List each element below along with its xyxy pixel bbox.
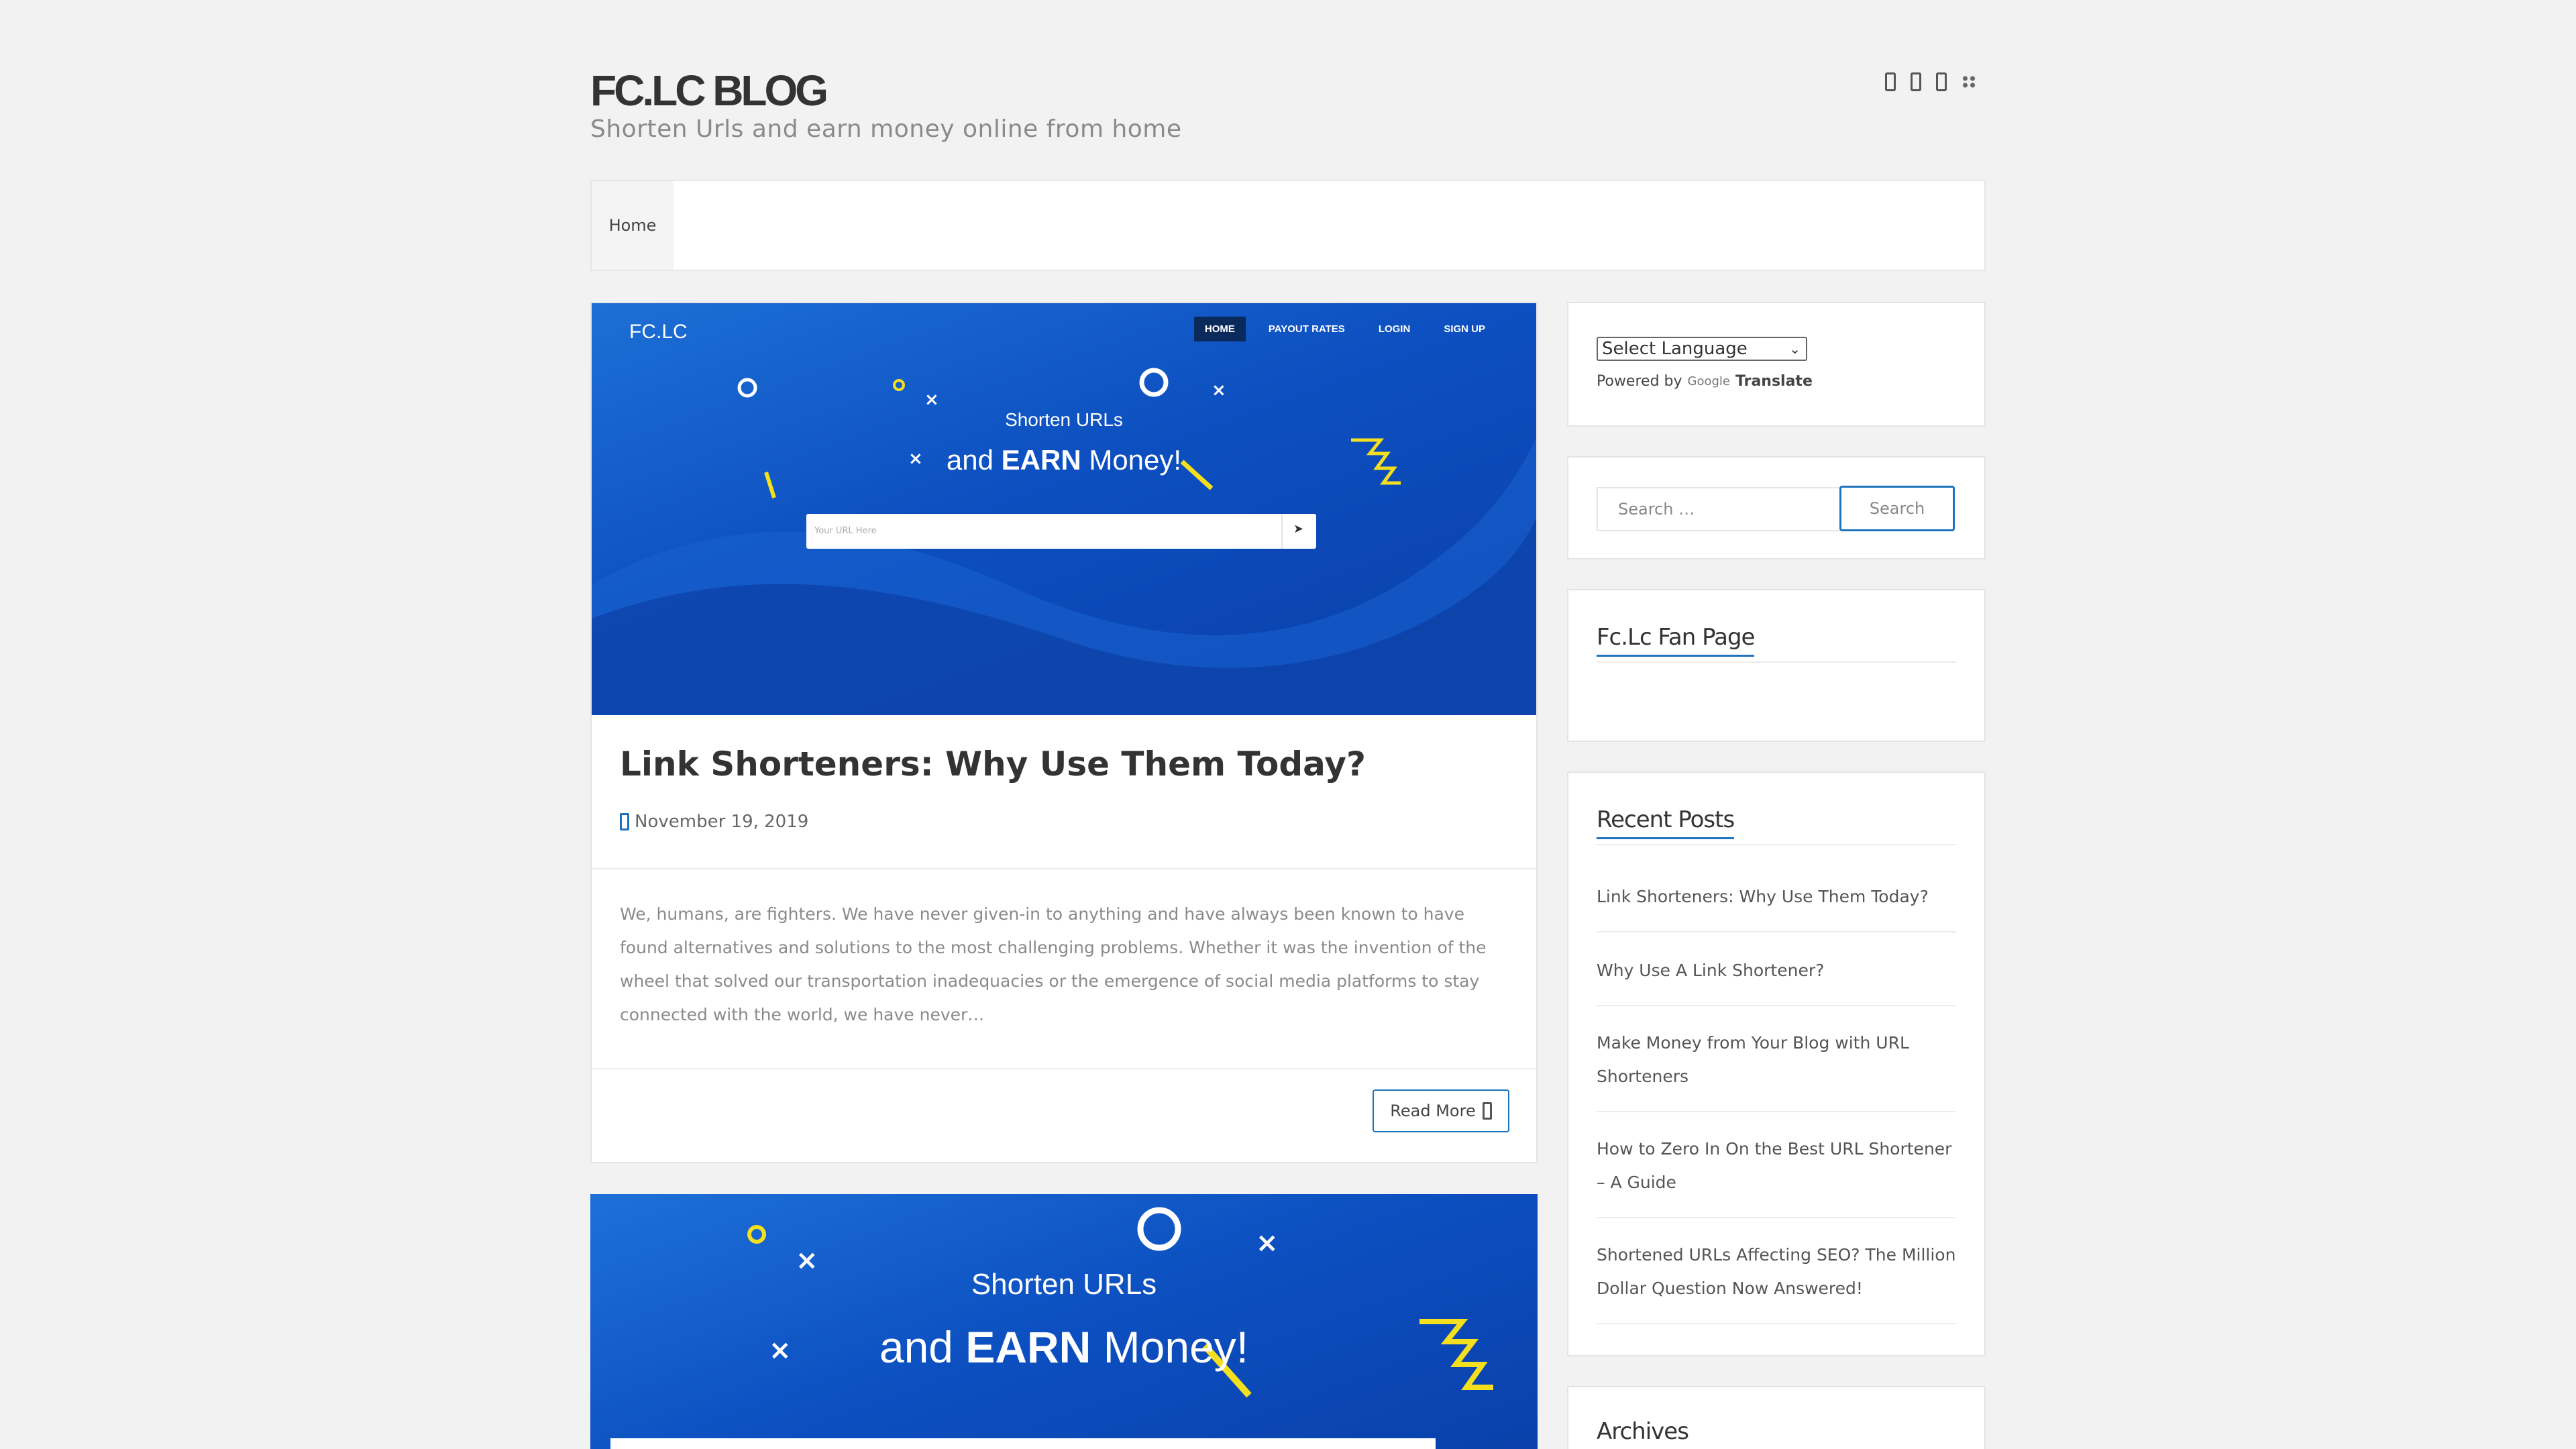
post-title[interactable]: Link Shorteners: Why Use Them Today? <box>620 745 1366 784</box>
archives-widget: Archives <box>1567 1386 1986 1449</box>
banner-nav-home: HOME <box>1193 317 1246 341</box>
send-icon <box>1281 514 1316 549</box>
post-card-2: × × × Shorten URLs and EARN Money! <box>590 1194 1538 1449</box>
widget-title-underline <box>1597 844 1956 845</box>
powered-by-label: Powered by <box>1597 373 1682 390</box>
banner2-headline-2-pre: and <box>879 1322 966 1372</box>
post-excerpt: We, humans, are fighters. We have never … <box>620 904 1487 1024</box>
banner-headline-2-post: Money! <box>1081 444 1182 476</box>
banner-headline-1: Shorten URLs <box>1005 409 1123 430</box>
chevron-down-icon: ⌄ <box>1789 341 1801 357</box>
read-more-label: Read More <box>1390 1102 1476 1120</box>
recent-post-link[interactable]: Why Use A Link Shortener? <box>1597 954 1956 987</box>
widget-title-underline <box>1597 661 1956 663</box>
banner-nav-login: LOGIN <box>1378 323 1411 335</box>
page-wrapper: FC.LC BLOG Shorten Urls and earn money o… <box>590 0 1986 1449</box>
recent-posts-title: Recent Posts <box>1597 806 1735 839</box>
svg-text:×: × <box>1256 1228 1279 1258</box>
translate-widget: Select Language ⌄ Powered by Google Tran… <box>1567 302 1986 427</box>
search-input[interactable]: Search … <box>1597 487 1842 531</box>
language-select[interactable]: Select Language ⌄ <box>1597 337 1807 361</box>
language-select-value: Select Language <box>1602 339 1748 359</box>
svg-text:×: × <box>1212 380 1226 400</box>
site-description: Shorten Urls and earn money online from … <box>590 115 1182 143</box>
divider <box>1597 1217 1956 1218</box>
banner-url-placeholder: Your URL Here <box>814 526 877 536</box>
banner-nav: HOME PAYOUT RATES LOGIN SIGN UP <box>1193 317 1496 341</box>
social-icons <box>1885 72 1976 91</box>
banner2-headline-2-post: Money! <box>1091 1322 1249 1372</box>
svg-text:×: × <box>924 390 939 410</box>
social-icon-3[interactable] <box>1936 72 1947 91</box>
google-logo[interactable]: Google <box>1688 374 1730 388</box>
divider <box>1597 1005 1956 1006</box>
recent-post-link[interactable]: Make Money from Your Blog with URL Short… <box>1597 1026 1956 1093</box>
banner-logo: FC.LC <box>629 321 688 343</box>
post-date: November 19, 2019 <box>620 812 808 832</box>
recent-post-link[interactable]: Shortened URLs Affecting SEO? The Millio… <box>1597 1238 1956 1305</box>
post-featured-image-2[interactable]: × × × Shorten URLs and EARN Money! <box>590 1194 1538 1449</box>
divider <box>592 1068 1536 1069</box>
social-icon-1[interactable] <box>1885 72 1896 91</box>
banner-headline-2-pre: and <box>946 444 1002 476</box>
divider <box>1597 1111 1956 1112</box>
post-card: × × × FC.LC HOME PAYOUT RATES LOGIN SIGN… <box>590 302 1538 1163</box>
banner-nav-sign-up: SIGN UP <box>1444 323 1485 335</box>
search-widget: Search … Search <box>1567 456 1986 559</box>
recent-post-link[interactable]: How to Zero In On the Best URL Shortener… <box>1597 1132 1956 1199</box>
powered-by: Powered by Google Translate <box>1597 373 1813 390</box>
post-featured-image[interactable]: × × × FC.LC HOME PAYOUT RATES LOGIN SIGN… <box>592 303 1536 715</box>
nav-item-home[interactable]: Home <box>592 181 674 270</box>
banner-nav-payout-rates: PAYOUT RATES <box>1268 323 1345 335</box>
recent-posts-widget: Recent Posts Link Shorteners: Why Use Th… <box>1567 771 1986 1356</box>
main-navigation: Home <box>590 180 1986 271</box>
banner2-headline-2: and EARN Money! <box>590 1322 1538 1373</box>
post-date-text[interactable]: November 19, 2019 <box>635 812 808 832</box>
banner-headline-2: and EARN Money! <box>592 444 1536 476</box>
banner-url-input: Your URL Here <box>806 514 1316 549</box>
recent-post-link[interactable]: Link Shorteners: Why Use Them Today? <box>1597 880 1956 914</box>
divider <box>1597 931 1956 932</box>
search-placeholder: Search … <box>1618 500 1695 519</box>
site-title[interactable]: FC.LC BLOG <box>590 66 828 115</box>
archives-title: Archives <box>1597 1418 1689 1445</box>
search-button[interactable]: Search <box>1839 486 1955 531</box>
banner2-headline-2-bold: EARN <box>965 1322 1091 1372</box>
translate-link[interactable]: Translate <box>1735 373 1813 390</box>
fan-page-title: Fc.Lc Fan Page <box>1597 624 1755 657</box>
grid-icon[interactable] <box>1962 75 1976 89</box>
calendar-icon <box>620 813 629 830</box>
arrow-icon <box>1482 1102 1492 1120</box>
banner-headline-2-bold: EARN <box>1001 444 1081 476</box>
divider <box>1597 1323 1956 1324</box>
social-icon-2[interactable] <box>1911 72 1921 91</box>
banner2-headline-1: Shorten URLs <box>971 1268 1157 1301</box>
read-more-button[interactable]: Read More <box>1373 1089 1509 1132</box>
divider <box>592 868 1536 869</box>
fan-page-widget: Fc.Lc Fan Page <box>1567 589 1986 742</box>
